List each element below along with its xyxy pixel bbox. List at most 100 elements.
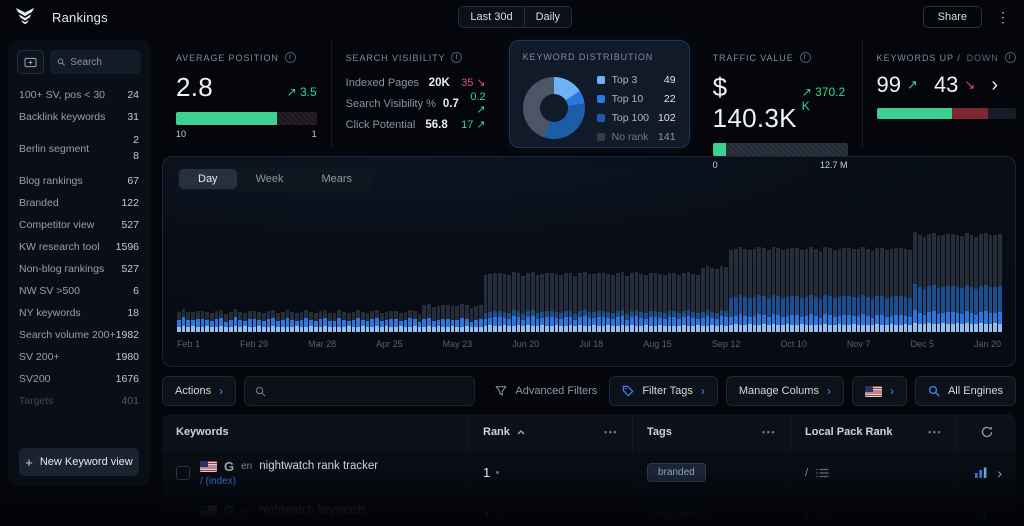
bar-segment-top-100: [908, 298, 913, 317]
sidebar-item[interactable]: Targets 401: [8, 390, 150, 412]
bar-segment-top-3: [228, 327, 233, 332]
filter-tags-button[interactable]: Filter Tags ›: [609, 376, 718, 406]
legend-value: 141: [658, 130, 676, 143]
bar-segment-top-10: [672, 317, 677, 326]
all-engines-button[interactable]: All Engines: [914, 376, 1016, 406]
sidebar-item[interactable]: Backlink keywords 31: [8, 106, 150, 128]
sidebar-item-count: 1982: [115, 328, 139, 341]
bar-segment-no-rank: [672, 273, 677, 311]
tag-chip[interactable]: branded: [647, 463, 706, 482]
column-header-tags[interactable]: Tags •••: [632, 414, 790, 450]
sidebar-item[interactable]: Branded 122: [8, 192, 150, 214]
row-checkbox[interactable]: [176, 509, 190, 524]
bar-segment-top-100: [946, 286, 950, 312]
info-icon[interactable]: i: [799, 52, 811, 63]
interval-daily-button[interactable]: Daily: [523, 7, 572, 27]
tab-day[interactable]: Day: [179, 169, 237, 189]
chart-bar: [512, 272, 516, 332]
bar-segment-no-rank: [634, 272, 639, 310]
bar-segment-top-100: [785, 297, 790, 316]
bar-segment-no-rank: [667, 273, 672, 311]
column-menu-icon[interactable]: •••: [928, 427, 942, 437]
bar-segment-top-10: [799, 317, 804, 324]
sidebar-search-input[interactable]: [70, 56, 134, 68]
tag-icon: [623, 385, 634, 397]
table-row[interactable]: Gen nightwatch rank tracker / (index) 1 bran…: [162, 451, 1016, 495]
sidebar-search[interactable]: [50, 50, 141, 74]
advanced-filters-button[interactable]: Advanced Filters: [491, 385, 601, 397]
chevron-right-icon[interactable]: ›: [997, 465, 1002, 481]
sidebar-item[interactable]: SV 200+ 1980: [8, 346, 150, 368]
chart-bar: [516, 273, 521, 332]
keyword-url-link[interactable]: / (index): [200, 476, 378, 487]
locale-flag-button[interactable]: ›: [851, 376, 907, 406]
bar-segment-top-3: [394, 327, 398, 332]
bar-segment-top-3: [880, 325, 884, 332]
table-row[interactable]: Gen nightwatch keywords / (index) 1 branded /…: [162, 495, 1016, 526]
sidebar-item[interactable]: NY keywords 18: [8, 302, 150, 324]
chart-bar: [625, 276, 629, 332]
new-keyword-view-button[interactable]: + New Keyword view: [19, 448, 139, 476]
bar-segment-top-3: [483, 326, 488, 332]
keywords-table: Keywords Rank ••• Tags ••• Local Pack Rank •••…: [162, 414, 1016, 526]
bar-segment-no-rank: [290, 312, 294, 320]
bar-segment-top-10: [865, 316, 870, 325]
manage-columns-button[interactable]: Manage Colums ›: [725, 376, 844, 406]
nightwatch-owl-logo-icon[interactable]: [14, 7, 36, 27]
bar-segment-top-10: [691, 318, 696, 326]
new-group-button[interactable]: [17, 50, 44, 74]
sidebar-item[interactable]: KW research tool 1596: [8, 236, 150, 258]
refresh-button[interactable]: [956, 414, 1016, 450]
bar-segment-top-3: [762, 324, 766, 332]
chart-bar: [965, 233, 969, 332]
kebab-menu-icon[interactable]: ⋮: [996, 10, 1010, 24]
bar-segment-top-3: [578, 325, 582, 332]
column-header-keywords[interactable]: Keywords: [162, 414, 468, 450]
sidebar-item[interactable]: 100+ SV, pos < 30 24: [8, 84, 150, 106]
tab-week[interactable]: Week: [237, 169, 303, 189]
info-icon[interactable]: i: [1004, 52, 1016, 63]
bar-segment-no-rank: [186, 312, 191, 320]
column-menu-icon[interactable]: •••: [604, 427, 618, 437]
bar-segment-top-10: [630, 317, 634, 325]
tag-chip[interactable]: branded: [647, 507, 706, 526]
chart-bar: [323, 310, 327, 332]
share-button[interactable]: Share: [922, 6, 982, 28]
info-icon[interactable]: i: [451, 52, 463, 63]
bar-segment-no-rank: [318, 311, 323, 319]
range-last-30d-button[interactable]: Last 30d: [459, 7, 524, 27]
bar-segment-top-3: [823, 324, 828, 332]
column-header-rank[interactable]: Rank •••: [468, 414, 632, 450]
list-icon[interactable]: [816, 512, 829, 522]
bar-segment-top-10: [592, 318, 596, 325]
keyword-search[interactable]: [244, 376, 476, 406]
actions-button[interactable]: Actions ›: [162, 376, 237, 406]
keyword-search-input[interactable]: [274, 385, 465, 397]
chart-bar: [781, 250, 785, 332]
sidebar-item[interactable]: Berlin segment 28: [8, 128, 150, 170]
row-checkbox[interactable]: [176, 465, 190, 480]
bar-segment-top-3: [950, 324, 955, 332]
expand-chevron-icon[interactable]: ›: [991, 74, 998, 97]
column-menu-icon[interactable]: •••: [762, 427, 776, 437]
bar-segment-top-100: [993, 287, 998, 313]
column-header-local-pack-rank[interactable]: Local Pack Rank •••: [790, 414, 956, 450]
sidebar-item[interactable]: Search volume 200+ 1982: [8, 324, 150, 346]
sidebar-item[interactable]: SV200 1676: [8, 368, 150, 390]
chevron-right-icon[interactable]: ›: [997, 509, 1002, 525]
bar-segment-top-3: [630, 325, 634, 332]
bar-segment-no-rank: [611, 275, 615, 313]
mini-chart-icon[interactable]: [975, 511, 987, 522]
sidebar-item[interactable]: Blog rankings 67: [8, 170, 150, 192]
chart-bar: [252, 311, 257, 332]
mini-chart-icon[interactable]: [975, 467, 987, 478]
list-icon[interactable]: [816, 468, 829, 478]
bar-segment-top-3: [530, 326, 535, 332]
x-axis-label: Feb 29: [240, 339, 269, 349]
info-icon[interactable]: i: [284, 52, 296, 63]
sidebar-item[interactable]: Competitor view 527: [8, 214, 150, 236]
tab-mears[interactable]: Mears: [302, 169, 371, 189]
sidebar-item[interactable]: NW SV >500 6: [8, 280, 150, 302]
keyword-url-link[interactable]: / (index): [200, 520, 366, 526]
sidebar-item[interactable]: Non-blog rankings 527: [8, 258, 150, 280]
